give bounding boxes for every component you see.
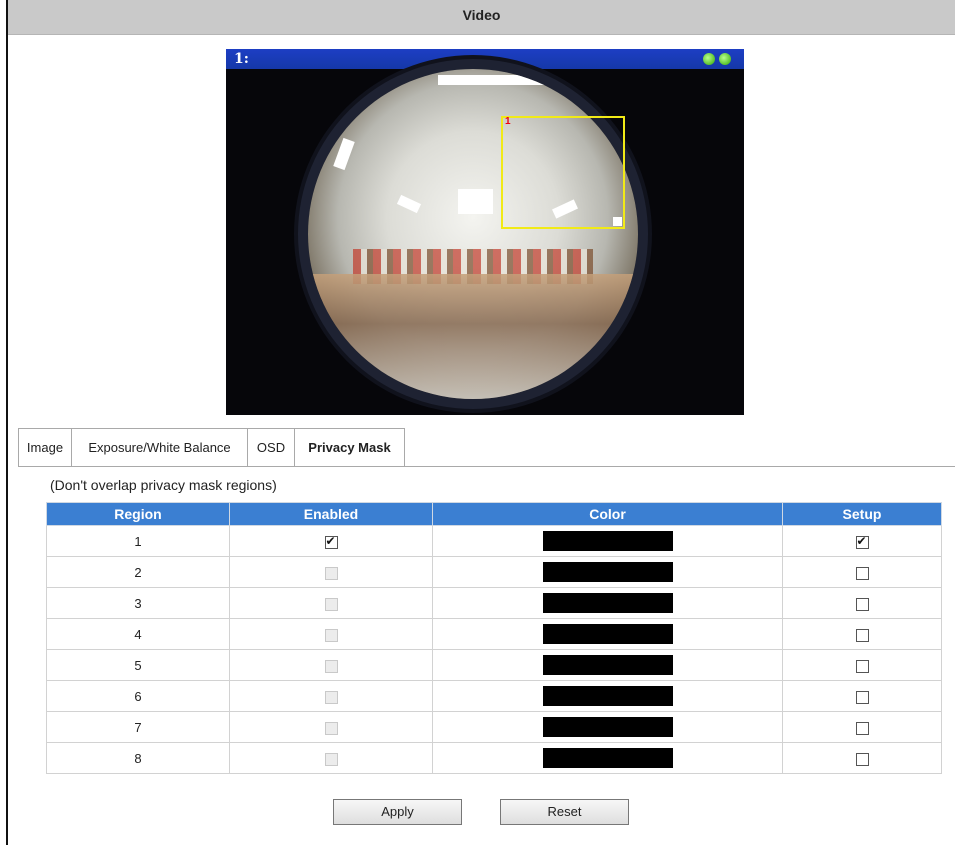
column-header-setup: Setup [782,502,942,526]
tab-osd[interactable]: OSD [247,428,295,466]
region-number: 2 [46,556,230,588]
region-number: 4 [46,618,230,650]
overlap-note: (Don't overlap privacy mask regions) [50,477,277,493]
column-header-region: Region [46,502,230,526]
mask-color-swatch[interactable] [542,717,673,737]
table-row: 2 [46,556,942,588]
table-row: 3 [46,587,942,619]
enabled-cell [229,618,433,650]
setup-checkbox[interactable] [855,628,869,642]
setup-checkbox[interactable] [855,597,869,611]
table-row: 6 [46,680,942,712]
table-row: 5 [46,649,942,681]
setup-cell [782,556,942,588]
column-header-enabled: Enabled [229,502,433,526]
color-cell [432,618,783,650]
enabled-checkbox [324,659,338,673]
column-header-color: Color [432,502,783,526]
video-preview[interactable]: 1: 1 [226,49,744,415]
mask-color-swatch[interactable] [542,686,673,706]
mask-color-swatch[interactable] [542,748,673,768]
setup-cell [782,711,942,743]
enabled-checkbox [324,752,338,766]
tab-privacy-mask[interactable]: Privacy Mask [294,428,405,467]
setup-cell [782,649,942,681]
enabled-checkbox [324,566,338,580]
enabled-checkbox [324,597,338,611]
enabled-checkbox [324,721,338,735]
enabled-cell [229,556,433,588]
region-number: 5 [46,649,230,681]
enabled-cell [229,742,433,774]
table-row: 1 [46,525,942,557]
setup-cell [782,680,942,712]
enabled-cell [229,711,433,743]
apply-button[interactable]: Apply [333,799,462,825]
enabled-cell [229,649,433,681]
color-cell [432,556,783,588]
region-number: 7 [46,711,230,743]
video-header-bar: 1: [226,49,744,69]
enabled-checkbox [324,628,338,642]
enabled-cell [229,680,433,712]
enabled-cell [229,587,433,619]
camera-label: 1: [234,51,249,67]
setup-checkbox[interactable] [855,534,869,549]
color-cell [432,680,783,712]
setup-cell [782,742,942,774]
table-row: 8 [46,742,942,774]
enabled-checkbox[interactable] [324,534,338,549]
table-row: 4 [46,618,942,650]
page-frame: Video 1: 1 Image Exposure/White Balance … [6,0,955,845]
region-number: 1 [46,525,230,557]
mask-color-swatch[interactable] [542,593,673,613]
setup-cell [782,525,942,557]
tab-divider [18,466,955,467]
privacy-mask-table: Region Enabled Color Setup 12345678 [46,502,942,774]
region-number: 6 [46,680,230,712]
setup-cell [782,587,942,619]
privacy-mask-region[interactable]: 1 [501,116,625,229]
page-title: Video [8,0,955,35]
mask-color-swatch[interactable] [542,562,673,582]
table-row: 7 [46,711,942,743]
tab-image[interactable]: Image [18,428,72,466]
color-cell [432,649,783,681]
enabled-checkbox [324,690,338,704]
enabled-cell [229,525,433,557]
mask-color-swatch[interactable] [542,624,673,644]
status-led-icon [703,53,715,65]
status-led-icon [719,53,731,65]
setup-checkbox[interactable] [855,690,869,704]
color-cell [432,525,783,557]
setup-checkbox[interactable] [855,721,869,735]
setup-cell [782,618,942,650]
region-number: 8 [46,742,230,774]
color-cell [432,742,783,774]
setup-checkbox[interactable] [855,752,869,766]
color-cell [432,587,783,619]
mask-color-swatch[interactable] [542,531,673,551]
region-number: 3 [46,587,230,619]
color-cell [432,711,783,743]
setup-checkbox[interactable] [855,659,869,673]
mask-region-number: 1 [505,116,511,127]
reset-button[interactable]: Reset [500,799,629,825]
tab-exposure-white-balance[interactable]: Exposure/White Balance [71,428,248,466]
setup-checkbox[interactable] [855,566,869,580]
mask-color-swatch[interactable] [542,655,673,675]
resize-handle[interactable] [613,217,622,226]
